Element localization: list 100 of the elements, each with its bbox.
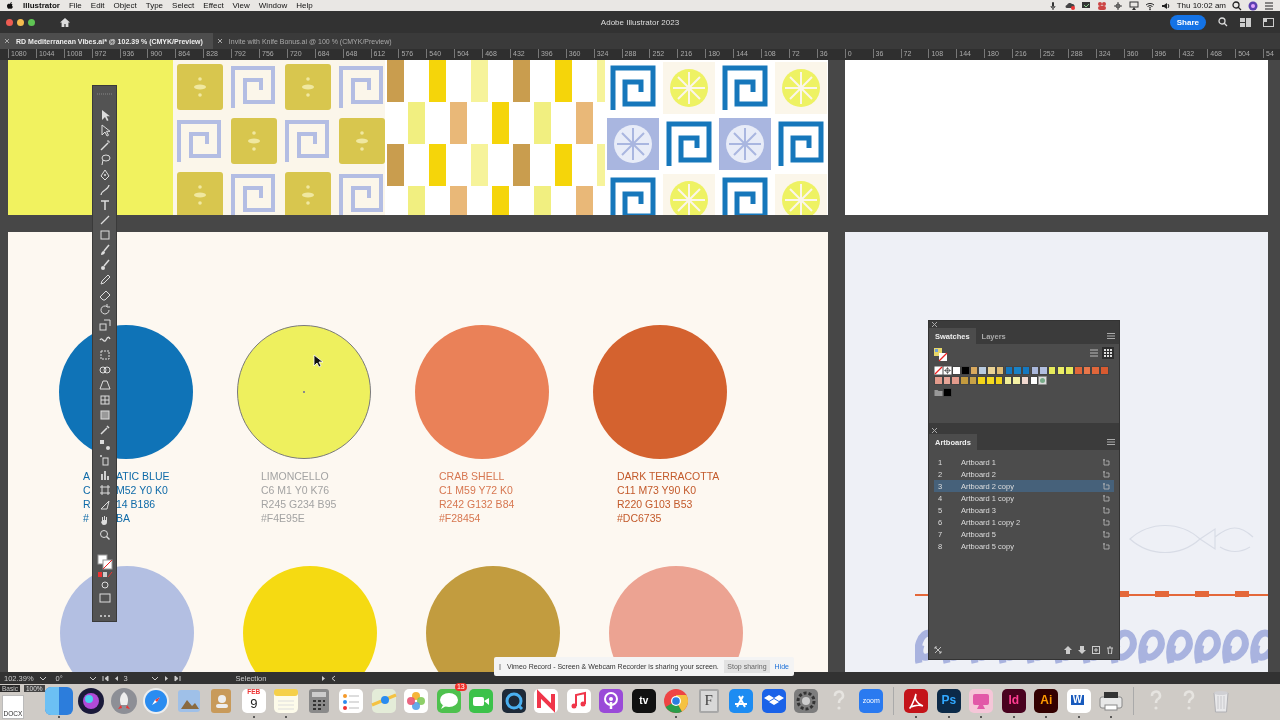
artboard-options-icon[interactable]	[1102, 470, 1110, 478]
browser-icon[interactable]	[662, 687, 691, 715]
color-swatch[interactable]	[1074, 366, 1083, 375]
color-swatch[interactable]	[1100, 366, 1109, 375]
menu-item[interactable]: Help	[296, 1, 313, 10]
color-swatch[interactable]	[969, 366, 979, 375]
color-swatch[interactable]	[978, 366, 987, 375]
fill-stroke-icon[interactable]	[96, 554, 113, 570]
close-icon[interactable]	[216, 38, 223, 44]
orb-icon[interactable]	[77, 687, 106, 715]
shape-builder-icon[interactable]	[97, 363, 112, 377]
menu-item[interactable]: View	[232, 1, 250, 10]
box-icon[interactable]	[759, 687, 788, 715]
color-swatch[interactable]	[977, 376, 986, 385]
color-swatch[interactable]	[951, 376, 960, 385]
panel-icon[interactable]	[1263, 17, 1274, 27]
color-swatch[interactable]	[1004, 366, 1013, 375]
color-swatch[interactable]	[1056, 366, 1066, 375]
first-icon[interactable]	[101, 674, 109, 682]
expand-icon[interactable]	[321, 674, 327, 682]
artboard-options-icon[interactable]	[1102, 458, 1110, 466]
move-down-icon[interactable]	[1078, 646, 1086, 654]
microphone-icon[interactable]	[1048, 0, 1059, 11]
color-swatch[interactable]	[1091, 366, 1100, 375]
broadcast-icon[interactable]	[597, 687, 626, 715]
transform-icon[interactable]	[97, 348, 112, 362]
color-swatch[interactable]	[1065, 366, 1074, 375]
rectangle-icon[interactable]	[97, 228, 112, 242]
color-swatch[interactable]	[995, 366, 1005, 375]
pdf-icon[interactable]	[902, 687, 931, 715]
color-swatch[interactable]	[994, 376, 1004, 385]
app-icon[interactable]: Ai	[1032, 687, 1061, 715]
speech-bubble-icon[interactable]	[434, 687, 463, 715]
move-up-icon[interactable]	[1064, 646, 1072, 654]
search-icon[interactable]	[1218, 17, 1228, 27]
color-swatch[interactable]	[1003, 376, 1012, 385]
clock[interactable]: Thu 10:02 am	[1176, 1, 1226, 10]
map-icon[interactable]	[369, 687, 398, 715]
color-swatch[interactable]	[934, 376, 943, 385]
artboard-options-icon[interactable]	[1102, 506, 1110, 514]
color-swatch[interactable]	[1020, 376, 1030, 385]
artboard-options-icon[interactable]	[1102, 518, 1110, 526]
color-swatch[interactable]	[942, 376, 952, 385]
rearrange-icon[interactable]	[934, 646, 942, 654]
folder-icon[interactable]	[934, 388, 943, 397]
color-swatch[interactable]	[1013, 366, 1022, 375]
previous-icon[interactable]	[113, 674, 119, 682]
last-icon[interactable]	[173, 674, 181, 682]
menu-item[interactable]: Object	[113, 1, 137, 10]
checklist-icon[interactable]	[337, 687, 366, 715]
workspace-icon[interactable]	[1240, 17, 1251, 27]
eraser-icon[interactable]	[97, 288, 112, 302]
app-store-icon[interactable]	[727, 687, 756, 715]
close-icon[interactable]	[4, 38, 10, 44]
app-icon[interactable]: Ps	[934, 687, 963, 715]
pencil-icon[interactable]	[97, 273, 112, 287]
caret-icon[interactable]	[38, 674, 47, 682]
menu-item[interactable]: Window	[258, 1, 288, 10]
minimize-button[interactable]	[17, 18, 24, 26]
registration-swatch[interactable]	[943, 366, 953, 375]
app-icon[interactable]: Id	[999, 687, 1028, 715]
more-icon[interactable]	[98, 614, 111, 618]
newspaper-icon[interactable]	[532, 687, 561, 715]
color-swatch[interactable]	[1029, 376, 1039, 385]
volume-icon[interactable]	[1160, 0, 1171, 11]
color-swatch[interactable]	[961, 366, 970, 375]
app-icon[interactable]: W	[1064, 687, 1093, 715]
trash-icon[interactable]	[1106, 646, 1114, 654]
color-swatch[interactable]	[1021, 366, 1031, 375]
menu-item[interactable]: Effect	[203, 1, 224, 10]
move-icon[interactable]	[1112, 0, 1123, 11]
tv-icon[interactable]: tv	[629, 687, 658, 715]
grid-view-button[interactable]	[1102, 347, 1114, 359]
sprayer-icon[interactable]	[97, 453, 112, 467]
airplay-icon[interactable]	[1128, 0, 1139, 11]
zoom-button[interactable]	[28, 18, 35, 26]
menu-icon[interactable]	[1107, 333, 1115, 339]
color-mode-icon[interactable]	[96, 571, 113, 578]
color-swatch[interactable]	[1082, 366, 1092, 375]
close-icon[interactable]	[932, 428, 937, 433]
color-swatch[interactable]	[1012, 376, 1021, 385]
caret-icon[interactable]	[150, 674, 159, 682]
curve-pen-icon[interactable]	[97, 183, 112, 197]
menu-item[interactable]: File	[68, 1, 82, 10]
color-swatch[interactable]	[1047, 366, 1057, 375]
artboard-options-icon[interactable]	[1102, 542, 1110, 550]
zoom-icon[interactable]	[97, 528, 112, 542]
ring-icon[interactable]	[499, 687, 528, 715]
blend-icon[interactable]	[97, 438, 112, 452]
color-swatch[interactable]	[986, 376, 995, 385]
color-swatch[interactable]	[952, 366, 961, 375]
close-icon[interactable]	[932, 322, 937, 327]
fill-stroke-icon[interactable]	[934, 348, 948, 362]
share-button[interactable]: Share	[1169, 14, 1206, 30]
flower-icon[interactable]	[402, 687, 431, 715]
people-icon[interactable]	[1096, 0, 1107, 11]
menu-item[interactable]: Edit	[90, 1, 105, 10]
orb-icon[interactable]	[1248, 0, 1258, 11]
menu-item[interactable]: Select	[172, 1, 195, 10]
cloud-icon[interactable]	[1064, 0, 1075, 11]
